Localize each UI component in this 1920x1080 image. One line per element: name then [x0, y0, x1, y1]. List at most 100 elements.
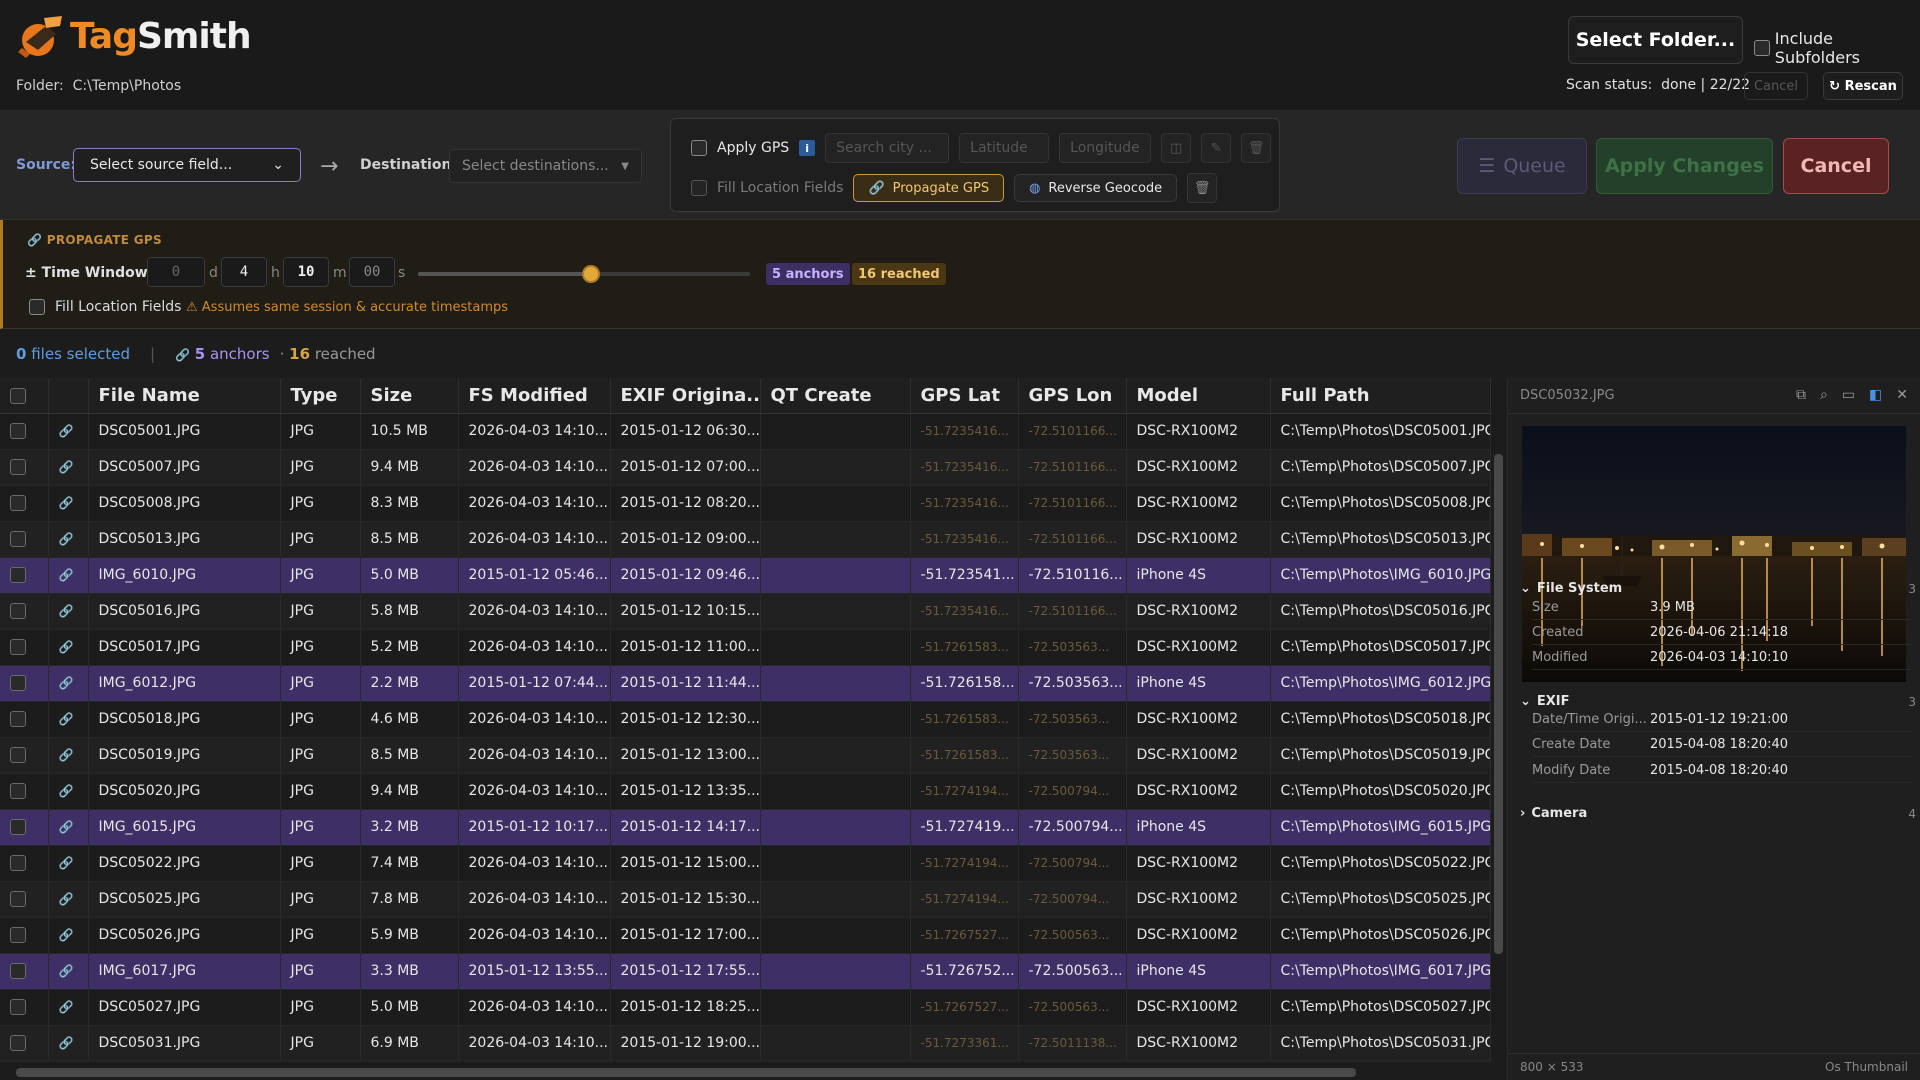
anchor-cell[interactable]: 🔗 — [48, 701, 89, 738]
row-checkbox[interactable] — [10, 999, 26, 1015]
table-row[interactable]: 🔗 DSC05026.JPG JPG 5.9 MB 2026-04-03 14:10..… — [0, 917, 1491, 954]
minutes-input[interactable]: 10 — [283, 257, 329, 287]
anchor-cell[interactable]: 🔗 — [48, 485, 89, 522]
anchor-cell[interactable]: 🔗 — [48, 521, 89, 558]
pencil-icon[interactable]: ✎ — [1201, 133, 1232, 163]
anchor-cell[interactable]: 🔗 — [48, 953, 89, 990]
column-header[interactable]: QT Create — [760, 378, 911, 414]
vertical-scrollbar[interactable] — [1491, 416, 1506, 1066]
table-row[interactable]: 🔗 IMG_6012.JPG JPG 2.2 MB 2015-01-12 07:44..… — [0, 665, 1491, 702]
row-checkbox-cell[interactable] — [0, 917, 49, 954]
fill-location-checkbox-2[interactable] — [29, 299, 45, 315]
row-checkbox-cell[interactable] — [0, 881, 49, 918]
row-checkbox-cell[interactable] — [0, 953, 49, 990]
reverse-geocode-button[interactable]: ◍ Reverse Geocode — [1014, 174, 1178, 202]
anchor-cell[interactable]: 🔗 — [48, 809, 89, 846]
file-system-section[interactable]: ⌄ File System 3 — [1520, 581, 1916, 596]
apply-gps-checkbox[interactable] — [691, 140, 707, 156]
scroll-thumb[interactable] — [16, 1068, 1356, 1077]
clear-trash-icon[interactable]: 🗑 — [1187, 173, 1218, 203]
table-row[interactable]: 🔗 DSC05020.JPG JPG 9.4 MB 2026-04-03 14:10..… — [0, 773, 1491, 810]
row-checkbox-cell[interactable] — [0, 629, 49, 666]
row-checkbox[interactable] — [10, 495, 26, 511]
table-row[interactable]: 🔗 IMG_6015.JPG JPG 3.2 MB 2015-01-12 10:17..… — [0, 809, 1491, 846]
seconds-input[interactable]: 00 — [349, 257, 395, 287]
days-input[interactable]: 0 — [147, 257, 205, 287]
propagate-gps-button[interactable]: 🔗 Propagate GPS — [853, 174, 1005, 202]
row-checkbox[interactable] — [10, 963, 26, 979]
source-select[interactable]: Select source field... ⌄ — [73, 148, 301, 182]
table-row[interactable]: 🔗 DSC05031.JPG JPG 6.9 MB 2026-04-03 14:10..… — [0, 1025, 1491, 1062]
row-checkbox[interactable] — [10, 1035, 26, 1051]
longitude-input[interactable]: Longitude — [1059, 133, 1152, 163]
select-all-header[interactable] — [0, 378, 49, 414]
camera-icon[interactable]: ◫ — [1161, 133, 1192, 163]
table-row[interactable]: 🔗 DSC05027.JPG JPG 5.0 MB 2026-04-03 14:10..… — [0, 989, 1491, 1026]
row-checkbox-cell[interactable] — [0, 449, 49, 486]
row-checkbox-cell[interactable] — [0, 737, 49, 774]
column-header[interactable]: File Name — [88, 378, 281, 414]
anchor-cell[interactable]: 🔗 — [48, 629, 89, 666]
cancel-scan-button[interactable]: Cancel — [1744, 72, 1808, 100]
table-row[interactable]: 🔗 DSC05025.JPG JPG 7.8 MB 2026-04-03 14:10..… — [0, 881, 1491, 918]
row-checkbox-cell[interactable] — [0, 521, 49, 558]
time-window-slider[interactable] — [418, 265, 750, 283]
search-city-input[interactable]: Search city ... — [825, 133, 950, 163]
row-checkbox[interactable] — [10, 783, 26, 799]
anchor-cell[interactable]: 🔗 — [48, 1025, 89, 1062]
anchor-cell[interactable]: 🔗 — [48, 917, 89, 954]
fill-location-toggle[interactable]: Fill Location Fields — [29, 299, 181, 315]
row-checkbox-cell[interactable] — [0, 989, 49, 1026]
table-row[interactable]: 🔗 DSC05016.JPG JPG 5.8 MB 2026-04-03 14:10..… — [0, 593, 1491, 630]
table-row[interactable]: 🔗 DSC05019.JPG JPG 8.5 MB 2026-04-03 14:10..… — [0, 737, 1491, 774]
close-icon[interactable]: ✕ — [1896, 387, 1908, 403]
layout-panel-icon[interactable]: ◧ — [1869, 387, 1882, 403]
row-checkbox[interactable] — [10, 639, 26, 655]
table-row[interactable]: 🔗 DSC05013.JPG JPG 8.5 MB 2026-04-03 14:10..… — [0, 521, 1491, 558]
row-checkbox-cell[interactable] — [0, 809, 49, 846]
include-subfolders-toggle[interactable]: Include Subfolders — [1754, 29, 1920, 67]
row-checkbox-cell[interactable] — [0, 701, 49, 738]
latitude-input[interactable]: Latitude — [959, 133, 1050, 163]
column-header[interactable]: FS Modified — [458, 378, 611, 414]
row-checkbox-cell[interactable] — [0, 1025, 49, 1062]
row-checkbox-cell[interactable] — [0, 665, 49, 702]
row-checkbox[interactable] — [10, 459, 26, 475]
slider-thumb[interactable] — [581, 265, 600, 283]
column-header[interactable]: Model — [1126, 378, 1271, 414]
row-checkbox[interactable] — [10, 711, 26, 727]
horizontal-scrollbar[interactable] — [0, 1064, 1490, 1080]
queue-button[interactable]: ☰ Queue — [1457, 138, 1587, 194]
row-checkbox[interactable] — [10, 531, 26, 547]
table-row[interactable]: 🔗 DSC05018.JPG JPG 4.6 MB 2026-04-03 14:10..… — [0, 701, 1491, 738]
zoom-icon[interactable]: ⌕ — [1820, 387, 1828, 403]
info-icon[interactable]: i — [799, 140, 816, 156]
layout-horizontal-icon[interactable]: ▭ — [1842, 387, 1855, 403]
row-checkbox-cell[interactable] — [0, 557, 49, 594]
row-checkbox[interactable] — [10, 567, 26, 583]
row-checkbox-cell[interactable] — [0, 773, 49, 810]
scroll-thumb[interactable] — [1494, 454, 1503, 954]
row-checkbox-cell[interactable] — [0, 845, 49, 882]
apply-changes-button[interactable]: Apply Changes — [1596, 138, 1773, 194]
anchor-cell[interactable]: 🔗 — [48, 881, 89, 918]
table-row[interactable]: 🔗 DSC05001.JPG JPG 10.5 MB 2026-04-03 14:10.… — [0, 413, 1491, 450]
table-row[interactable]: 🔗 IMG_6017.JPG JPG 3.3 MB 2015-01-12 13:55..… — [0, 953, 1491, 990]
anchor-cell[interactable]: 🔗 — [48, 665, 89, 702]
table-row[interactable]: 🔗 IMG_6010.JPG JPG 5.0 MB 2015-01-12 05:46..… — [0, 557, 1491, 594]
select-folder-button[interactable]: Select Folder... — [1568, 16, 1743, 64]
row-checkbox[interactable] — [10, 855, 26, 871]
row-checkbox[interactable] — [10, 927, 26, 943]
camera-section[interactable]: › Camera 4 — [1520, 806, 1916, 821]
row-checkbox-cell[interactable] — [0, 485, 49, 522]
column-header[interactable]: Full Path — [1270, 378, 1491, 414]
anchor-cell[interactable]: 🔗 — [48, 989, 89, 1026]
row-checkbox[interactable] — [10, 747, 26, 763]
column-header[interactable]: Size — [360, 378, 459, 414]
row-checkbox[interactable] — [10, 675, 26, 691]
anchor-cell[interactable]: 🔗 — [48, 593, 89, 630]
fill-location-checkbox[interactable] — [691, 180, 707, 196]
rescan-button[interactable]: ↻ Rescan — [1823, 72, 1903, 100]
row-checkbox[interactable] — [10, 423, 26, 439]
table-row[interactable]: 🔗 DSC05022.JPG JPG 7.4 MB 2026-04-03 14:10..… — [0, 845, 1491, 882]
